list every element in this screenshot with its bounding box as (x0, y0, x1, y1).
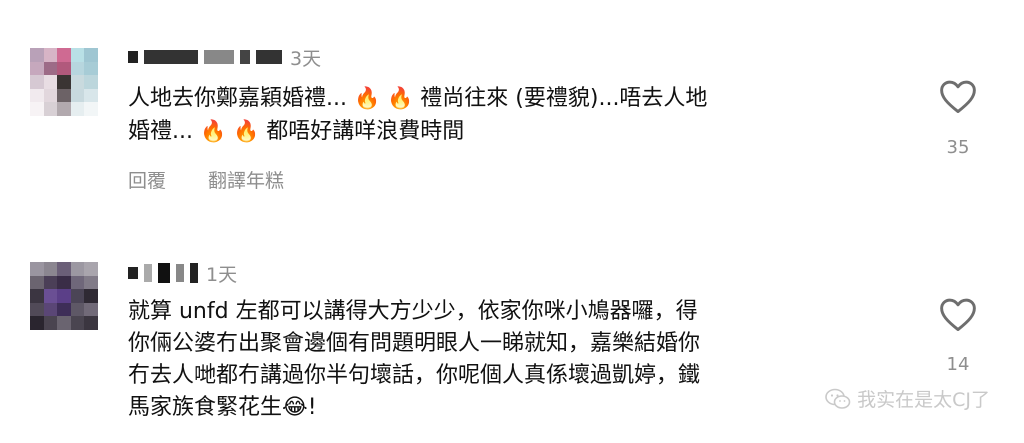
fire-emoji: 🔥 (387, 86, 414, 110)
like-count: 14 (946, 354, 970, 375)
avatar[interactable] (30, 262, 98, 330)
like-count: 35 (946, 137, 970, 158)
fire-emoji: 🔥 (233, 119, 260, 143)
username[interactable]: 3天 (128, 46, 322, 70)
username[interactable]: 1天 (128, 262, 238, 286)
heart-outline-icon[interactable] (938, 296, 978, 332)
comment-timestamp: 3天 (290, 47, 322, 70)
watermark-text: 我实在是太CJ了 (857, 389, 990, 411)
laughing-emoji: 😂 (282, 395, 308, 420)
fire-emoji: 🔥 (199, 119, 227, 143)
comment-text: 人地去你鄭嘉穎婚禮... 🔥 🔥 禮尚往來 (要禮貌)...唔去人地 婚禮...… (128, 86, 708, 144)
translate-button[interactable]: 翻譯年糕 (208, 166, 284, 193)
wechat-icon (825, 388, 851, 409)
comment-timestamp: 1天 (206, 263, 238, 286)
reply-button[interactable]: 回覆 (128, 166, 166, 193)
heart-outline-icon[interactable] (938, 78, 978, 114)
comment-text: 就算 unfd 左都可以講得大方少少，依家你咪小鳩器囉，得 你倆公婆冇出聚會邊個… (128, 299, 701, 420)
fire-emoji: 🔥 (353, 86, 381, 110)
avatar[interactable] (30, 48, 98, 116)
watermark: 我实在是太CJ了 (825, 385, 990, 412)
comment-actions: 回覆 翻譯年糕 (128, 166, 284, 193)
